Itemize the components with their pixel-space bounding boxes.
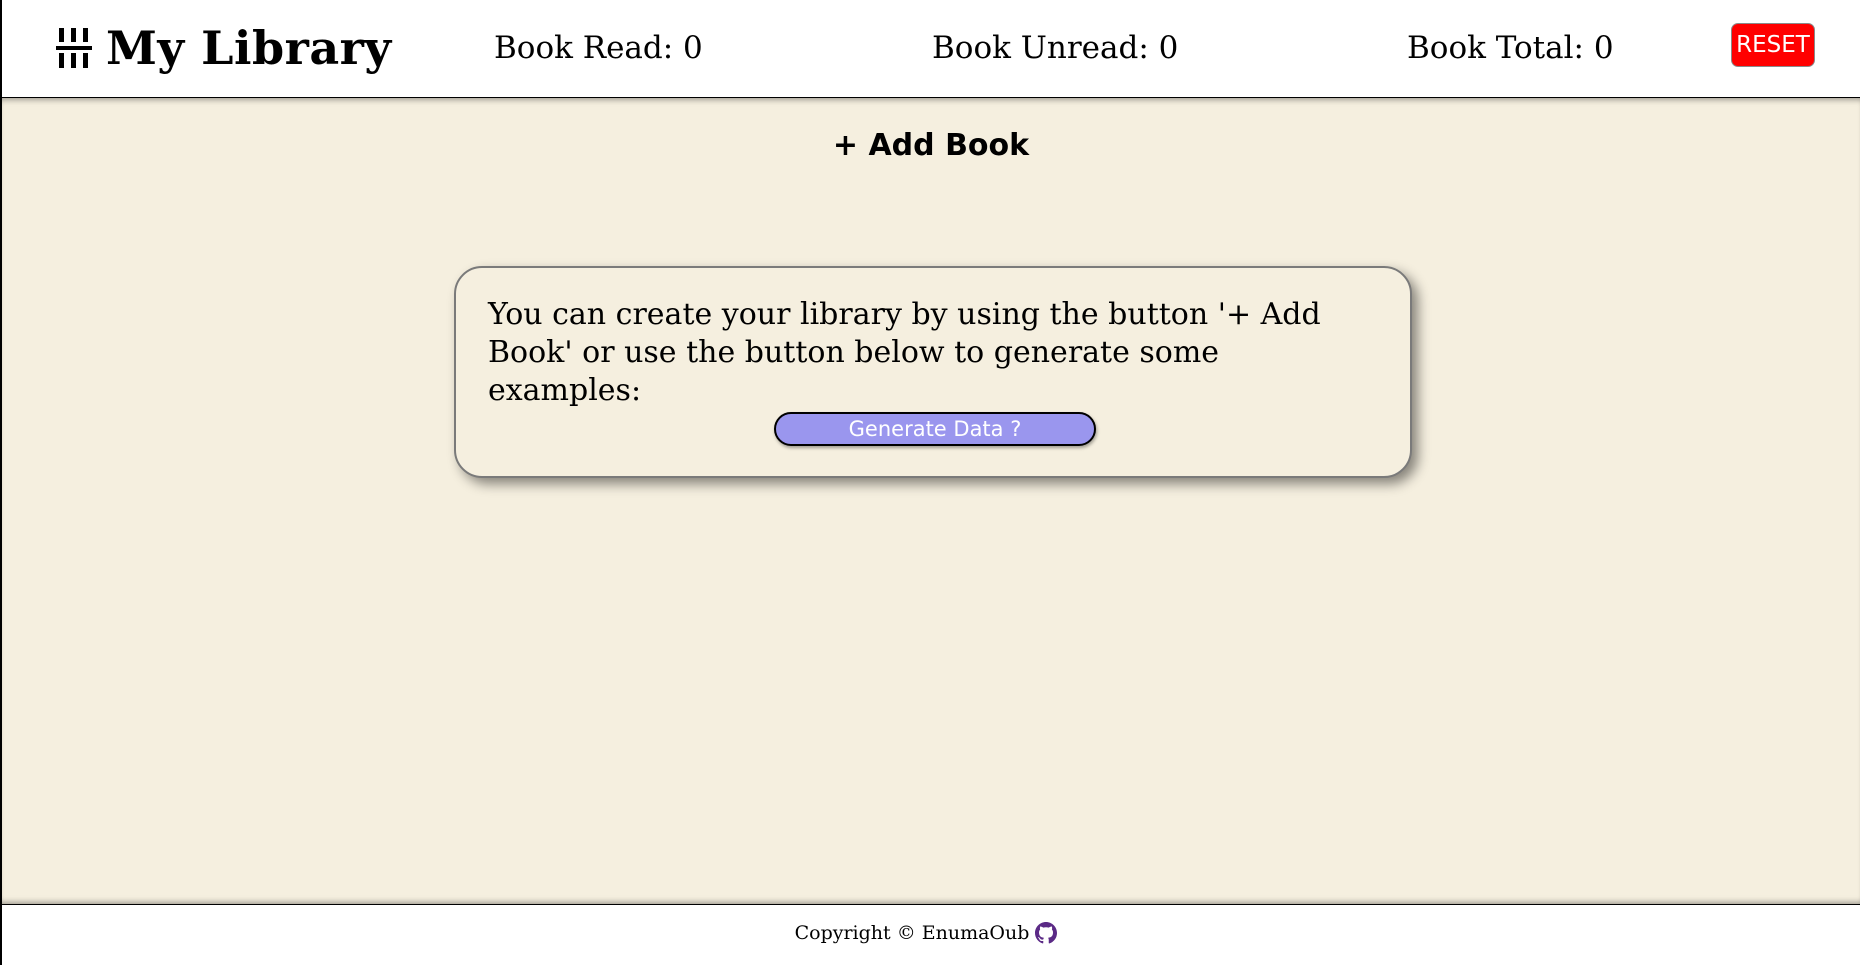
books-read-stat: Book Read: 0 <box>494 30 703 66</box>
add-book-button[interactable]: + Add Book <box>829 128 1033 163</box>
github-icon[interactable] <box>1035 922 1058 944</box>
top-header: My Library Book Read: 0 Book Unread: 0 B… <box>2 0 1860 98</box>
reset-button[interactable]: RESET <box>1731 23 1815 67</box>
books-unread-stat: Book Unread: 0 <box>932 30 1179 66</box>
footer: Copyright © EnumaOub <box>2 904 1860 965</box>
copyright-text: Copyright © EnumaOub <box>794 922 1030 944</box>
generate-data-button[interactable]: Generate Data ? <box>774 412 1096 446</box>
empty-state-message: You can create your library by using the… <box>488 297 1321 408</box>
books-icon <box>56 28 92 68</box>
library-main: + Add Book You can create your library b… <box>2 98 1860 904</box>
add-book-row: + Add Book <box>2 128 1860 163</box>
app-title: My Library <box>106 21 392 75</box>
books-total-stat: Book Total: 0 <box>1407 30 1614 66</box>
footer-content: Copyright © EnumaOub <box>795 922 1058 944</box>
app-page: My Library Book Read: 0 Book Unread: 0 B… <box>0 0 1860 965</box>
empty-state-card: You can create your library by using the… <box>454 266 1412 478</box>
brand: My Library <box>56 18 392 78</box>
